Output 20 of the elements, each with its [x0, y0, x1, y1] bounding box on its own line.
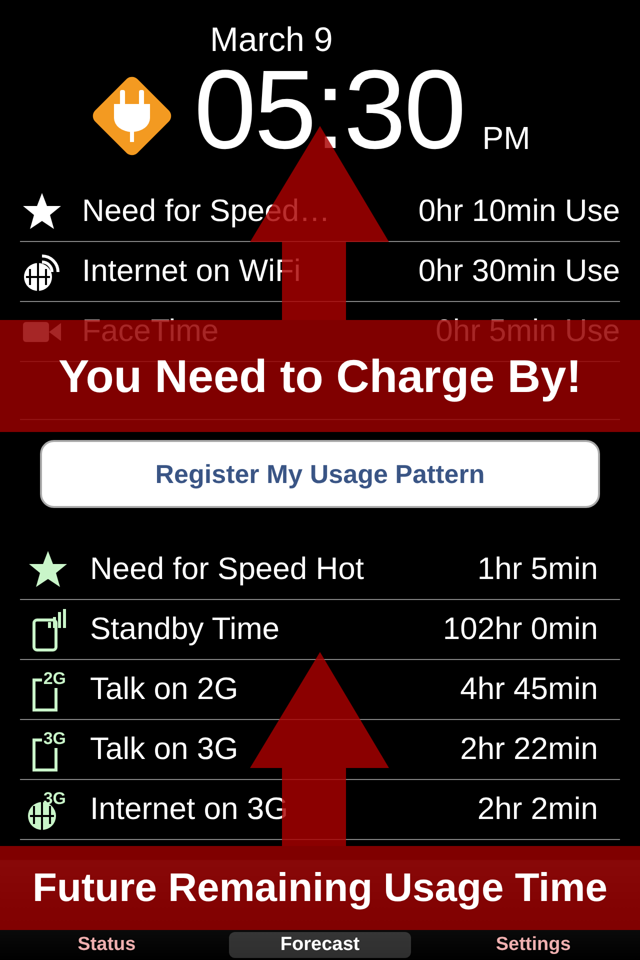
time-value: 102hr 0min — [442, 610, 598, 648]
meridiem-label: PM — [482, 119, 530, 158]
time-value: 1hr 5min — [477, 550, 598, 588]
time-value: 4hr 45min — [460, 670, 598, 708]
time-value: 2hr 22min — [460, 730, 598, 768]
time-value: 2hr 2min — [477, 790, 598, 828]
tab[interactable]: Status — [16, 932, 198, 958]
activity-name: Standby Time — [90, 610, 280, 648]
date-label: March 9 — [210, 20, 333, 60]
banner: Future Remaining Usage Time — [0, 846, 640, 930]
activity-name: Talk on 3G — [90, 730, 238, 768]
activity-name: Talk on 2G — [90, 670, 238, 708]
clock-time: 05:30 — [194, 60, 464, 160]
tab[interactable]: Forecast — [229, 932, 411, 958]
tab[interactable]: Settings — [442, 932, 624, 958]
activity-name: Internet on 3G — [90, 790, 288, 828]
register-button[interactable]: Register My Usage Pattern — [40, 440, 600, 508]
time-value: 0hr 30min Use — [418, 252, 620, 290]
time-value: 0hr 10min Use — [418, 192, 620, 230]
activity-name: Need for Speed Hot — [90, 550, 364, 588]
